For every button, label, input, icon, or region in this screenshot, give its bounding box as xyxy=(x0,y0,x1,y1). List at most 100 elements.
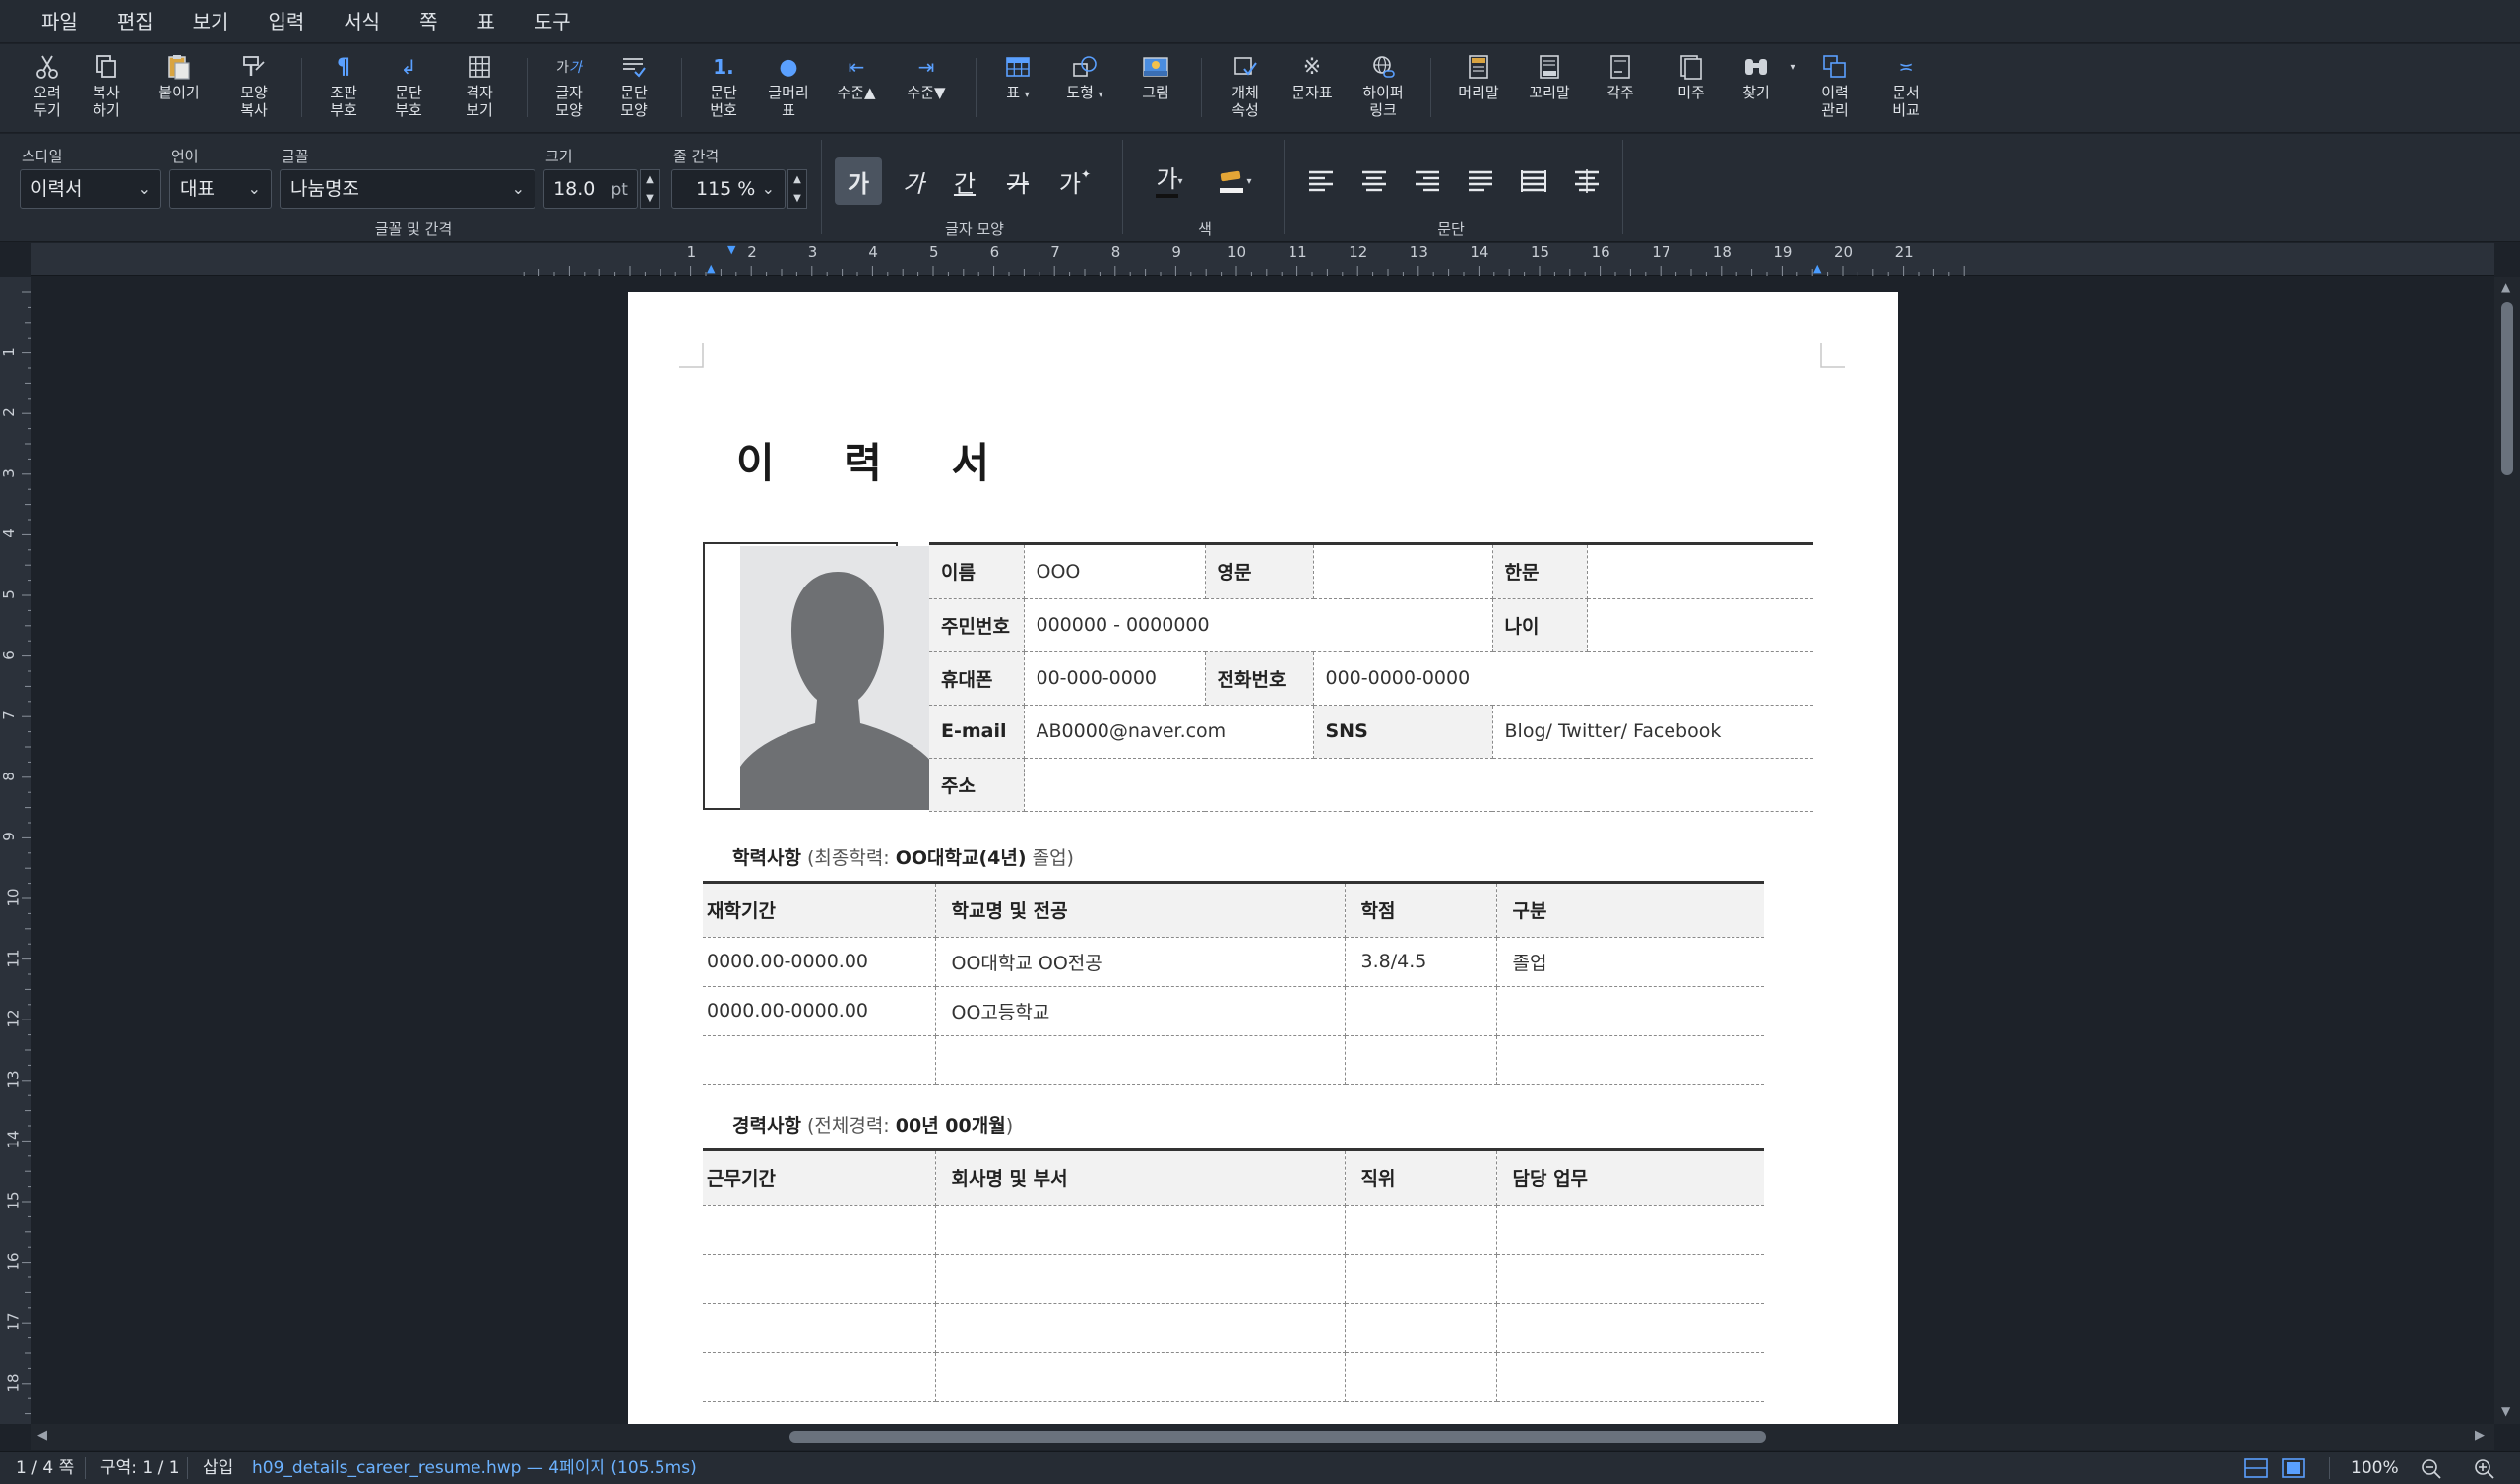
mobile-cell[interactable]: 00-000-0000 xyxy=(1024,651,1206,706)
career-cell[interactable] xyxy=(1496,1254,1764,1304)
grid-view-button[interactable]: 격자 보기 xyxy=(444,44,515,131)
edu-cell[interactable] xyxy=(1345,1035,1497,1085)
career-cell[interactable] xyxy=(703,1352,936,1402)
font-select[interactable]: 나눔명조 ⌄ xyxy=(280,169,536,209)
level-up-button[interactable]: ⇤ 수준▲ xyxy=(824,44,889,131)
menu-format[interactable]: 서식 xyxy=(324,0,400,43)
copy-button[interactable]: 복사 하기 xyxy=(73,44,140,131)
edu-cell[interactable]: OO고등학교 xyxy=(935,986,1346,1036)
underline-button[interactable]: 간 xyxy=(941,157,988,205)
align-left-icon[interactable] xyxy=(1301,161,1341,201)
english-name-cell[interactable] xyxy=(1313,545,1493,599)
bullet-button[interactable]: ● 글머리 표 xyxy=(753,44,824,131)
stepper-down-icon[interactable]: ▼ xyxy=(793,193,801,204)
edu-cell[interactable] xyxy=(1345,986,1497,1036)
sns-cell[interactable]: Blog/ Twitter/ Facebook xyxy=(1492,705,1813,759)
menu-file[interactable]: 파일 xyxy=(22,0,97,43)
edu-cell[interactable]: 3.8/4.5 xyxy=(1345,937,1497,987)
zoom-level[interactable]: 100% xyxy=(2351,1452,2399,1484)
char-shape-button[interactable]: 가가 글자 모양 xyxy=(539,44,598,131)
shape-button[interactable]: 도형 ▾ xyxy=(1047,44,1122,131)
stepper-up-icon[interactable]: ▲ xyxy=(793,174,801,185)
align-center-icon[interactable] xyxy=(1354,161,1394,201)
format-copy-button[interactable]: 모양 복사 xyxy=(219,44,289,131)
strikethrough-button[interactable]: 가 xyxy=(994,157,1041,205)
edu-cell[interactable]: OO대학교 OO전공 xyxy=(935,937,1346,987)
edu-cell[interactable]: 0000.00-0000.00 xyxy=(703,986,936,1036)
phone-cell[interactable]: 000-0000-0000 xyxy=(1313,651,1813,706)
career-cell[interactable] xyxy=(1496,1303,1764,1353)
shape-dropdown-icon[interactable]: ▾ xyxy=(1099,90,1103,100)
align-right-icon[interactable] xyxy=(1408,161,1447,201)
scroll-left-icon[interactable]: ◀ xyxy=(37,1428,47,1443)
align-justify-icon[interactable] xyxy=(1461,161,1500,201)
edu-cell[interactable] xyxy=(1496,1035,1764,1085)
page-view-icon[interactable] xyxy=(2282,1458,2305,1478)
career-cell[interactable] xyxy=(935,1254,1346,1304)
career-cell[interactable] xyxy=(703,1303,936,1353)
paste-button[interactable]: 붙이기 xyxy=(140,44,219,131)
stepper-down-icon[interactable]: ▼ xyxy=(646,193,654,204)
career-cell[interactable] xyxy=(1496,1352,1764,1402)
more-char-button[interactable]: 가 ✦ xyxy=(1051,157,1099,205)
endnote-button[interactable]: 미주 xyxy=(1656,44,1727,131)
menu-tools[interactable]: 도구 xyxy=(515,0,591,43)
document-canvas[interactable]: 이 력 서 이름 OOO 영문 한문 주민번호 000000 - 0000000… xyxy=(32,277,2494,1424)
line-spacing-stepper[interactable]: ▲ ▼ xyxy=(788,169,807,209)
picture-button[interactable]: 그림 xyxy=(1122,44,1189,131)
size-stepper[interactable]: ▲ ▼ xyxy=(640,169,660,209)
hyperlink-button[interactable]: 하이퍼 링크 xyxy=(1348,44,1418,131)
menu-view[interactable]: 보기 xyxy=(173,0,249,43)
para-marks-button[interactable]: ↲ 문단 부호 xyxy=(373,44,444,131)
document-title[interactable]: 이 력 서 xyxy=(736,430,1017,490)
align-divide-icon[interactable] xyxy=(1567,161,1606,201)
find-button[interactable]: 찾기 xyxy=(1727,44,1786,131)
line-spacing-select[interactable]: 115 % ⌄ xyxy=(671,169,786,209)
career-cell[interactable] xyxy=(1345,1205,1497,1255)
edu-cell[interactable] xyxy=(935,1035,1346,1085)
scroll-down-icon[interactable]: ▼ xyxy=(2501,1404,2510,1418)
menu-insert[interactable]: 입력 xyxy=(248,0,324,43)
size-input[interactable]: 18.0 pt xyxy=(543,169,638,209)
edu-cell[interactable] xyxy=(703,1035,936,1085)
career-heading[interactable]: 경력사항 (전체경력: 00년 00개월) xyxy=(732,1111,1013,1138)
table-button[interactable]: 표 ▾ xyxy=(988,44,1047,131)
vertical-ruler[interactable]: 1 2 3 4 5 6 7 8 9 10 11 12 13 14 15 16 17 18 xyxy=(0,277,32,1424)
zoom-in-icon[interactable] xyxy=(2473,1457,2496,1479)
career-cell[interactable] xyxy=(703,1254,936,1304)
edu-cell[interactable]: 졸업 xyxy=(1496,937,1764,987)
align-distribute-icon[interactable] xyxy=(1514,161,1553,201)
career-cell[interactable] xyxy=(935,1352,1346,1402)
symbols-button[interactable]: ※ 문자표 xyxy=(1277,44,1348,131)
header-button[interactable]: 머리말 xyxy=(1443,44,1514,131)
menu-edit[interactable]: 편집 xyxy=(97,0,173,43)
career-cell[interactable] xyxy=(1345,1303,1497,1353)
horizontal-ruler[interactable]: 1 2 3 4 5 6 7 8 9 10 11 12 13 14 15 16 17 18 19 20 21 ▼ ▲ ▲ xyxy=(32,243,2494,276)
style-select[interactable]: 이력서 ⌄ xyxy=(20,169,161,209)
edu-cell[interactable]: 0000.00-0000.00 xyxy=(703,937,936,987)
para-number-button[interactable]: 1. 문단 번호 xyxy=(694,44,753,131)
section-indicator[interactable]: 구역: 1 / 1 xyxy=(100,1452,180,1484)
normal-view-icon[interactable] xyxy=(2244,1458,2268,1478)
scroll-right-icon[interactable]: ▶ xyxy=(2475,1428,2485,1443)
italic-button[interactable]: 가 xyxy=(890,157,937,205)
profile-photo[interactable] xyxy=(740,546,935,810)
address-cell[interactable] xyxy=(1024,758,1813,812)
history-button[interactable]: 이력 관리 xyxy=(1799,44,1870,131)
horizontal-scroll-thumb[interactable] xyxy=(789,1431,1766,1443)
hanja-name-cell[interactable] xyxy=(1587,545,1813,599)
para-shape-button[interactable]: 문단 모양 xyxy=(598,44,669,131)
zoom-out-icon[interactable] xyxy=(2420,1457,2443,1479)
find-dropdown-button[interactable]: ▾ xyxy=(1786,44,1799,131)
email-cell[interactable]: AB0000@naver.com xyxy=(1024,705,1314,759)
object-props-button[interactable]: 개체 속성 xyxy=(1214,44,1277,131)
document-page[interactable]: 이 력 서 이름 OOO 영문 한문 주민번호 000000 - 0000000… xyxy=(628,292,1898,1424)
insert-mode-indicator[interactable]: 삽입 xyxy=(203,1452,233,1484)
vertical-scroll-thumb[interactable] xyxy=(2501,302,2513,475)
left-margin-marker-icon[interactable]: ▲ xyxy=(707,262,715,275)
highlight-color-button[interactable]: ▾ xyxy=(1207,157,1262,205)
menu-page[interactable]: 쪽 xyxy=(400,0,457,43)
cut-button[interactable]: 오려 두기 xyxy=(22,44,73,131)
indent-marker-icon[interactable]: ▼ xyxy=(727,243,735,256)
bold-button[interactable]: 가 xyxy=(835,157,882,205)
